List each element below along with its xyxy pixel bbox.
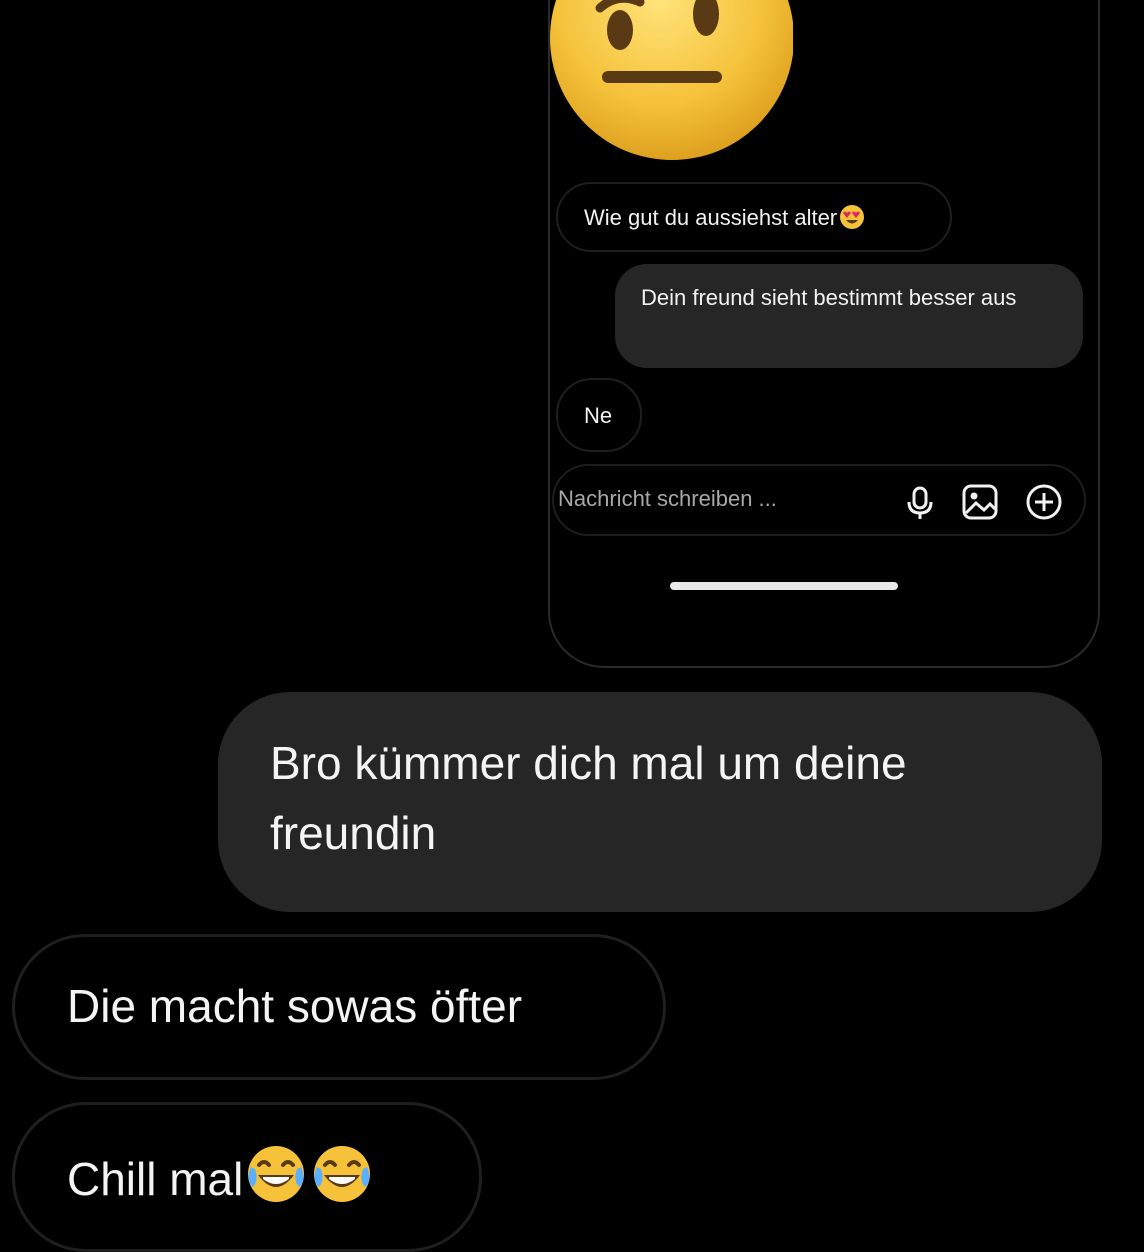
message-text: Dein freund sieht bestimmt besser aus (641, 285, 1017, 310)
composer-placeholder: Nachricht schreiben ... (558, 486, 777, 511)
embedded-message-received: Ne (556, 378, 642, 452)
message-received[interactable]: Die macht sowas öfter (12, 934, 666, 1080)
message-text: Die macht sowas öfter (67, 980, 523, 1032)
heart-eyes-icon (840, 205, 865, 229)
home-indicator (670, 582, 898, 590)
embedded-message-received: Wie gut du aussiehst alter (556, 182, 952, 252)
embedded-message-composer: Nachricht schreiben ... (552, 464, 1086, 536)
message-sent[interactable]: Bro kümmer dich mal um deine freundin (218, 692, 1102, 912)
tears-of-joy-icon (314, 1146, 371, 1202)
add-circle-icon (1026, 484, 1062, 520)
tears-of-joy-icon (248, 1146, 305, 1202)
message-text: Ne (584, 403, 613, 428)
image-icon (962, 484, 998, 520)
embedded-message-sent: Dein freund sieht bestimmt besser aus (615, 264, 1083, 368)
message-text: Wie gut du aussiehst alter (584, 205, 838, 230)
message-received[interactable]: Chill mal (12, 1102, 482, 1252)
microphone-icon (907, 486, 933, 519)
raised-eyebrow-face-icon (550, 0, 793, 160)
message-text: Chill mal (67, 1153, 244, 1205)
message-text: Bro kümmer dich mal um deine freundin (270, 737, 907, 859)
